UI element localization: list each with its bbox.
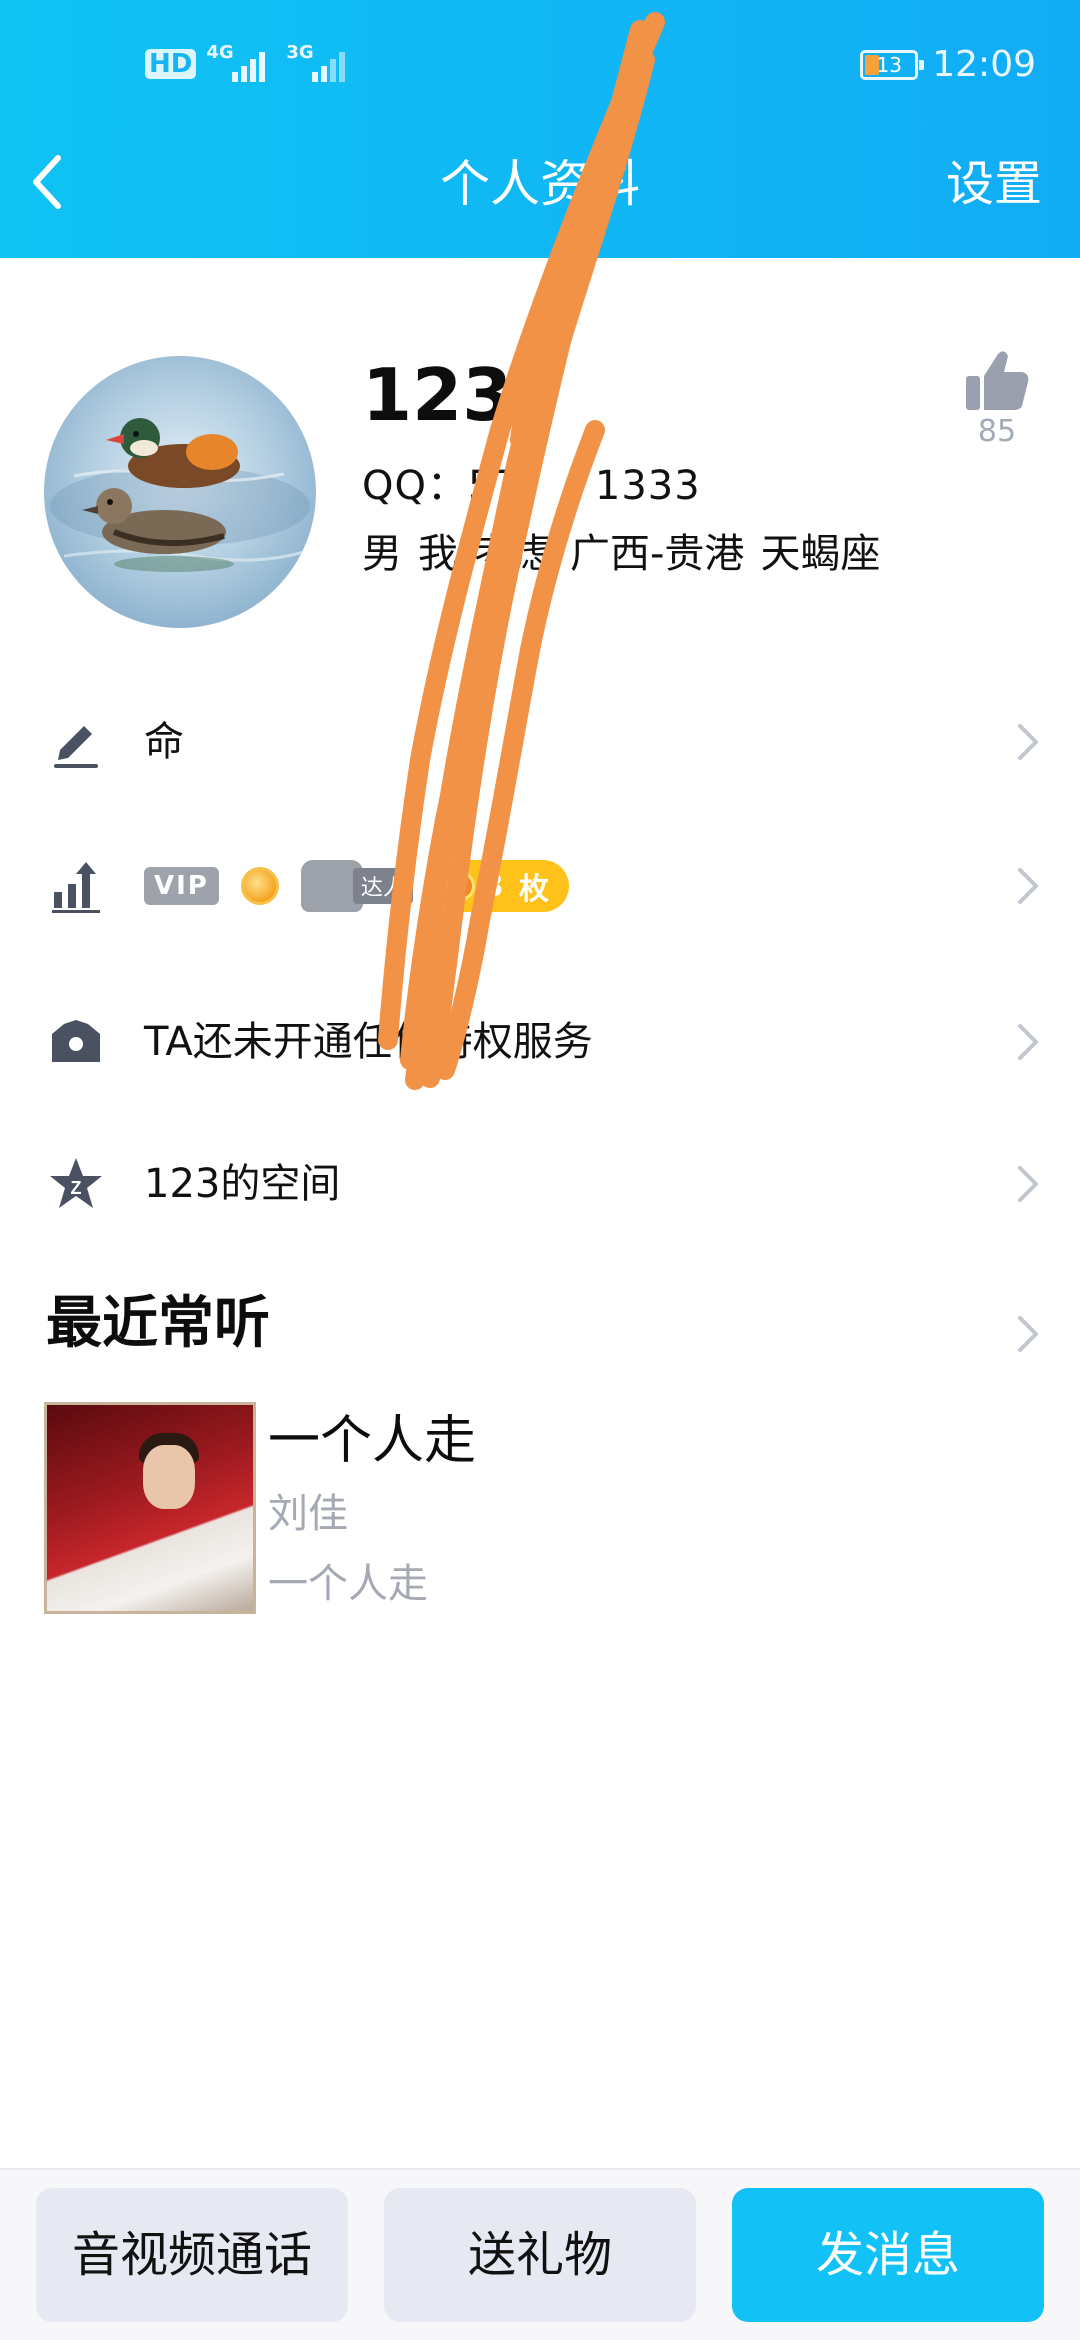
qzone-star-icon: Z <box>50 1158 102 1208</box>
signal-sim1-icon: 4G <box>206 42 276 82</box>
sun-medal-icon <box>240 867 279 905</box>
like-count: 85 <box>977 414 1017 449</box>
qzone-row[interactable]: Z 123的空间 <box>0 1124 1080 1244</box>
profile-qq: QQ：57 1333 <box>362 460 701 512</box>
thumbs-up-icon <box>966 351 1029 410</box>
chevron-right-icon[interactable] <box>1016 1314 1040 1354</box>
settings-button[interactable]: 设置 <box>946 150 1042 218</box>
chevron-right-icon <box>1018 1166 1038 1202</box>
profile-tags: 男我考虑 广西-贵港 天蝎座 <box>362 528 896 580</box>
avatar[interactable] <box>44 356 316 628</box>
privilege-text: TA还未开通任何特权服务 <box>144 1019 593 1065</box>
daren-badge: 达人 <box>300 860 413 912</box>
status-bar: HD 4G 3G 13 12:09 <box>0 0 1080 130</box>
song-album: 一个人走 <box>268 1561 428 1607</box>
send-gift-button[interactable]: 送礼物 <box>384 2188 696 2322</box>
song-title[interactable]: 一个人走 <box>268 1405 476 1477</box>
recent-listening-title: 最近常听 <box>46 1291 270 1356</box>
tag-location: 广西-贵港 <box>570 531 745 577</box>
page-title: 个人资料 <box>440 155 640 213</box>
vip-badge: VIP <box>144 867 219 905</box>
qq-number: 57 <box>467 463 521 509</box>
like-button[interactable]: 85 <box>952 350 1042 452</box>
tag-status: 我 <box>418 531 458 577</box>
chevron-right-icon <box>1018 724 1038 760</box>
signature-text: 命 <box>144 719 184 765</box>
tag-gender: 男 <box>362 531 402 577</box>
song-artist: 刘佳 <box>268 1491 348 1537</box>
pencil-icon <box>54 726 98 768</box>
coin-icon <box>444 871 475 901</box>
level-up-icon <box>52 862 100 913</box>
chevron-right-icon <box>1018 1024 1038 1060</box>
svg-text:Z: Z <box>71 1178 82 1198</box>
qq-label: QQ： <box>362 463 468 509</box>
status-time: 12:09 <box>932 44 1036 85</box>
privilege-row[interactable]: TA还未开通任何特权服务 <box>0 982 1080 1102</box>
qq-number-tail: 1333 <box>594 463 701 509</box>
chevron-right-icon <box>1018 868 1038 904</box>
profile-nickname: 123 <box>362 353 513 437</box>
bottom-action-bar: 音视频通话 送礼物 发消息 <box>0 2168 1080 2340</box>
header-bar: HD 4G 3G 13 12:09 个人资料 设置 <box>0 0 1080 258</box>
signal-sim2-icon: 3G <box>286 42 356 82</box>
battery-icon: 13 <box>860 49 925 80</box>
qzone-text: 123的空间 <box>144 1161 341 1207</box>
tag-status-tail: 考虑 <box>474 531 554 577</box>
tag-zodiac: 天蝎座 <box>760 531 881 577</box>
av-call-button[interactable]: 音视频通话 <box>36 2188 348 2322</box>
signature-row[interactable]: 命 <box>0 682 1080 802</box>
token-badge: 3 枚 <box>434 860 569 912</box>
send-message-button[interactable]: 发消息 <box>732 2188 1044 2322</box>
profile-page: HD 4G 3G 13 12:09 个人资料 设置 123 QQ：57 1333… <box>0 0 1080 2340</box>
mandarin-ducks-image <box>50 418 310 572</box>
crown-icon <box>52 1020 100 1062</box>
hd-voice-icon: HD <box>145 49 197 79</box>
album-cover[interactable] <box>44 1402 256 1614</box>
level-badges-row[interactable]: VIP 达人 3 枚 <box>0 826 1080 946</box>
